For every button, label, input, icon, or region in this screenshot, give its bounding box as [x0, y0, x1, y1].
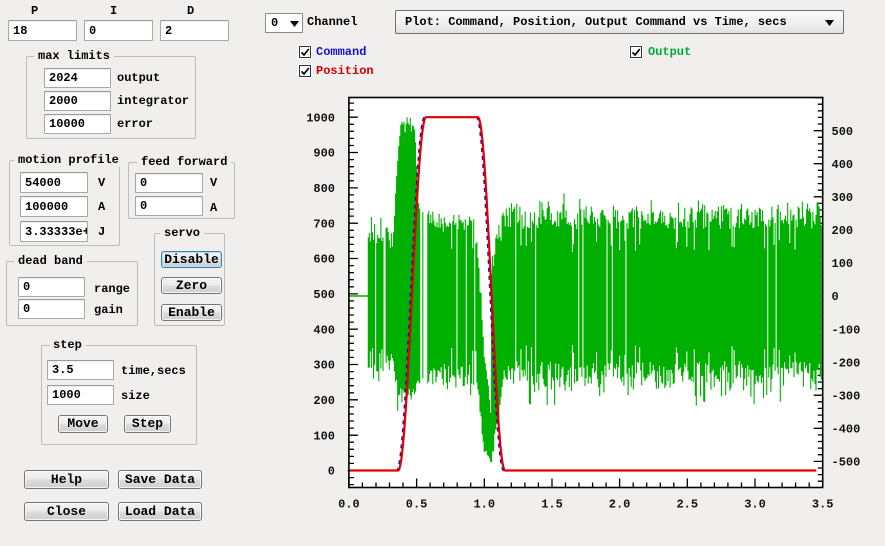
svg-text:700: 700 [313, 217, 335, 231]
svg-text:100: 100 [313, 429, 335, 443]
svg-text:200: 200 [832, 224, 854, 238]
svg-text:-300: -300 [832, 389, 861, 403]
svg-text:800: 800 [313, 182, 335, 196]
svg-text:100: 100 [832, 257, 854, 271]
svg-text:500: 500 [832, 125, 854, 139]
svg-text:2.0: 2.0 [609, 498, 631, 512]
svg-text:900: 900 [313, 147, 335, 161]
svg-text:0: 0 [328, 465, 335, 479]
svg-text:1.0: 1.0 [473, 498, 495, 512]
svg-text:-200: -200 [832, 356, 861, 370]
svg-text:200: 200 [313, 394, 335, 408]
svg-text:-400: -400 [832, 423, 861, 437]
svg-text:2.5: 2.5 [676, 498, 698, 512]
svg-text:-100: -100 [832, 323, 861, 337]
svg-text:3.0: 3.0 [744, 498, 766, 512]
svg-text:0: 0 [832, 290, 839, 304]
svg-text:1000: 1000 [306, 111, 335, 125]
svg-text:500: 500 [313, 288, 335, 302]
svg-text:3.5: 3.5 [812, 498, 834, 512]
svg-text:0.0: 0.0 [338, 498, 360, 512]
svg-text:-500: -500 [832, 456, 861, 470]
svg-text:600: 600 [313, 253, 335, 267]
svg-text:300: 300 [832, 191, 854, 205]
svg-text:1.5: 1.5 [541, 498, 563, 512]
svg-text:400: 400 [313, 323, 335, 337]
svg-text:0.5: 0.5 [406, 498, 428, 512]
svg-text:400: 400 [832, 158, 854, 172]
svg-text:300: 300 [313, 359, 335, 373]
